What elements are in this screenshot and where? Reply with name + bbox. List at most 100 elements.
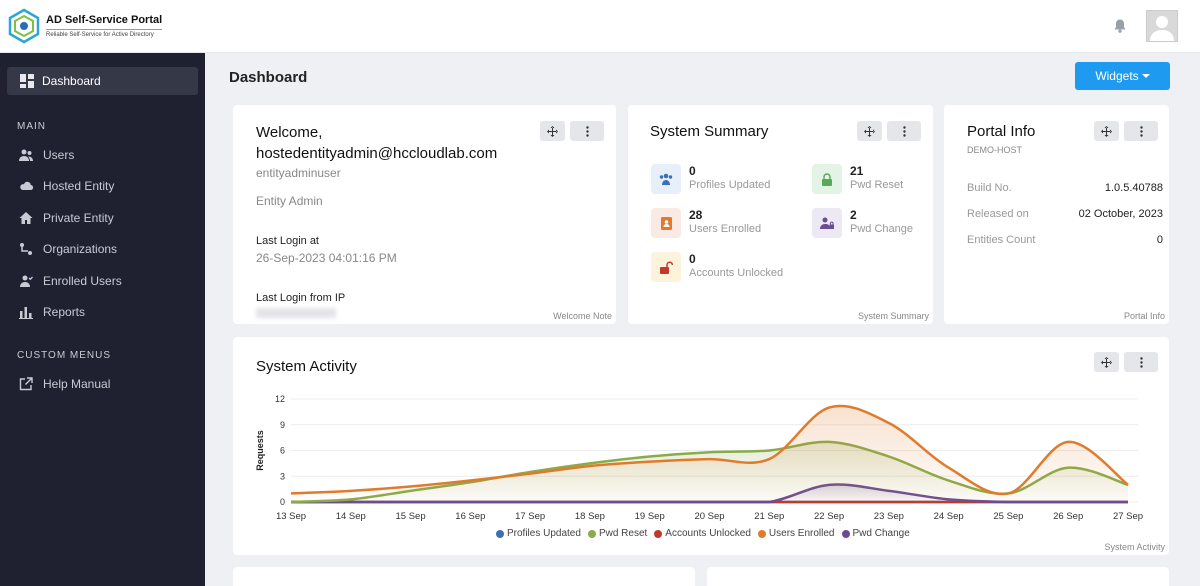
legend-swatch: [757, 529, 766, 538]
move-icon: [547, 125, 558, 137]
legend-label: Users Enrolled: [768, 528, 835, 539]
user-lock-icon: [812, 208, 842, 238]
portal-info-card: Portal Info DEMO-HOST Build No. 1.0.5.40…: [944, 105, 1169, 324]
app-subtitle: Reliable Self-Service for Active Directo…: [46, 28, 163, 39]
sidebar-item-label: Enrolled Users: [43, 273, 122, 288]
x-tick-label: 19 Sep: [635, 511, 665, 522]
x-tick-label: 13 Sep: [276, 511, 306, 522]
legend-swatch: [841, 529, 850, 538]
legend-swatch: [654, 529, 663, 538]
stat-value: 0: [689, 252, 696, 266]
sidebar-item-reports[interactable]: Reports: [0, 297, 205, 329]
x-tick-label: 26 Sep: [1053, 511, 1083, 522]
stat-pwd-reset: 21 Pwd Reset: [812, 164, 903, 194]
bottom-card-right: [707, 567, 1169, 586]
sidebar-item-users[interactable]: Users: [0, 139, 205, 171]
caret-down-icon: [1141, 74, 1150, 78]
portal-entities-row: Entities Count 0: [967, 234, 1163, 246]
y-tick-label: 3: [280, 471, 285, 481]
home-icon: [19, 211, 33, 224]
welcome-heading: Welcome, hostedentityadmin@hccloudlab.co…: [256, 122, 497, 164]
stat-label: Accounts Unlocked: [689, 267, 784, 279]
portal-row-value: 1.0.5.40788: [1104, 182, 1163, 194]
stat-users-enrolled: 28 Users Enrolled: [651, 208, 761, 238]
legend-label: Accounts Unlocked: [665, 528, 751, 539]
chart-legend: Profiles Updated Pwd Reset Accounts Unlock…: [496, 528, 910, 539]
last-login-value: 26-Sep-2023 04:01:16 PM: [256, 251, 397, 265]
user-avatar[interactable]: [1146, 10, 1178, 42]
x-tick-label: 18 Sep: [575, 511, 605, 522]
portal-release-row: Released on 02 October, 2023: [967, 208, 1163, 220]
bottom-card-left: [233, 567, 695, 586]
top-header: AD Self-Service Portal Reliable Self-Ser…: [0, 0, 1200, 53]
legend-item[interactable]: Pwd Change: [841, 528, 910, 539]
move-widget-button[interactable]: [540, 121, 565, 141]
sidebar-item-dashboard[interactable]: Dashboard: [7, 67, 198, 95]
y-tick-label: 12: [275, 394, 285, 404]
portal-row-key: Build No.: [967, 182, 1012, 194]
sidebar-item-label: Private Entity: [43, 210, 114, 225]
welcome-role: Entity Admin: [256, 194, 323, 208]
notification-bell-icon[interactable]: [1112, 18, 1128, 34]
portal-row-key: Entities Count: [967, 234, 1036, 246]
widgets-dropdown-button[interactable]: Widgets: [1075, 62, 1170, 90]
welcome-greeting: Welcome,: [256, 124, 323, 141]
portal-info-title: Portal Info: [967, 123, 1036, 140]
sidebar-item-hosted-entity[interactable]: Hosted Entity: [0, 171, 205, 203]
stat-value: 21: [850, 164, 864, 178]
x-tick-label: 27 Sep: [1113, 511, 1143, 522]
system-summary-card: System Summary 0 Profiles Updated 21 Pwd R…: [628, 105, 933, 324]
legend-item[interactable]: Pwd Reset: [587, 528, 648, 539]
page-title: Dashboard: [229, 69, 308, 86]
brand[interactable]: AD Self-Service Portal Reliable Self-Ser…: [6, 8, 163, 44]
stat-value: 2: [850, 208, 857, 222]
stat-label: Profiles Updated: [689, 179, 771, 191]
app-title: AD Self-Service Portal: [46, 13, 163, 26]
x-tick-label: 23 Sep: [874, 511, 904, 522]
stat-value: 0: [689, 164, 696, 178]
legend-item[interactable]: Profiles Updated: [496, 528, 581, 539]
welcome-card: Welcome, hostedentityadmin@hccloudlab.co…: [233, 105, 616, 324]
card-footer-label: System Summary: [857, 311, 929, 321]
sidebar-item-enrolled-users[interactable]: Enrolled Users: [0, 265, 205, 297]
sidebar-item-private-entity[interactable]: Private Entity: [0, 202, 205, 234]
stat-value: 28: [689, 208, 703, 222]
portal-row-value: 02 October, 2023: [1078, 208, 1163, 220]
card-footer-label: System Activity: [1104, 542, 1165, 552]
stat-label: Pwd Reset: [850, 179, 904, 191]
more-options-button[interactable]: [1124, 121, 1158, 141]
legend-label: Profiles Updated: [507, 528, 581, 539]
welcome-username: entityadminuser: [256, 166, 341, 180]
sidebar: Dashboard MAIN Users Hosted Entity Priva…: [0, 53, 205, 586]
legend-swatch: [587, 529, 596, 538]
cloud-icon: [20, 182, 33, 191]
legend-item[interactable]: Accounts Unlocked: [654, 528, 751, 539]
id-card-icon: [651, 208, 681, 238]
sidebar-item-help-manual[interactable]: Help Manual: [0, 368, 205, 400]
x-tick-label: 17 Sep: [515, 511, 545, 522]
stat-label: Pwd Change: [850, 223, 913, 235]
reports-icon: [19, 307, 33, 320]
y-tick-label: 0: [280, 497, 285, 507]
org-icon: [20, 243, 32, 256]
unlock-icon: [651, 252, 681, 282]
sidebar-section-custom-menus: CUSTOM MENUS: [17, 350, 112, 361]
more-options-button[interactable]: [570, 121, 604, 141]
stat-profiles-updated: 0 Profiles Updated: [651, 164, 770, 194]
sidebar-item-organizations[interactable]: Organizations: [0, 234, 205, 266]
main-content: Dashboard Widgets Welcome, hostedentitya…: [205, 53, 1200, 586]
sidebar-item-label: Organizations: [43, 242, 118, 257]
legend-item[interactable]: Users Enrolled: [757, 528, 835, 539]
more-options-button[interactable]: [887, 121, 921, 141]
kebab-menu-icon: [585, 125, 589, 137]
redacted-ip: [256, 308, 336, 318]
portal-build-row: Build No. 1.0.5.40788: [967, 182, 1163, 194]
kebab-menu-icon: [902, 125, 906, 137]
legend-label: Pwd Reset: [598, 528, 648, 539]
move-widget-button[interactable]: [1094, 121, 1119, 141]
sidebar-item-label: Users: [43, 147, 75, 162]
move-widget-button[interactable]: [857, 121, 882, 141]
avatar-person-icon: [1150, 16, 1174, 41]
widgets-label: Widgets: [1095, 69, 1139, 83]
sidebar-section-main: MAIN: [17, 121, 46, 132]
